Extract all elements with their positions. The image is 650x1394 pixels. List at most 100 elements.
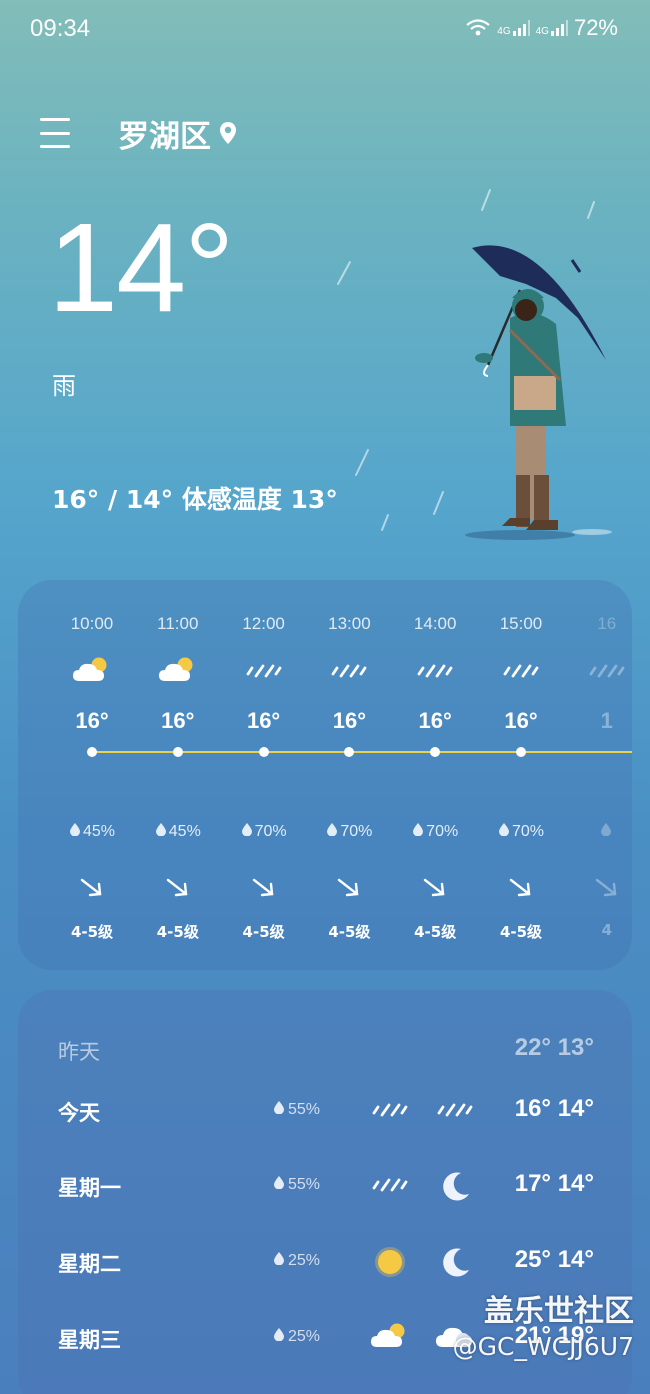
wind-direction-icon — [421, 876, 449, 900]
location-pin-icon — [220, 122, 236, 144]
day-label: 星期一 — [58, 1176, 121, 1200]
current-condition: 雨 — [52, 372, 76, 400]
hour-wind: 4-5级 — [70, 923, 114, 941]
temperature-point — [258, 747, 269, 757]
day-temperature-range: 25° 14° — [514, 1246, 594, 1273]
moon-icon — [433, 1244, 477, 1280]
hour-temperature: 16° — [246, 708, 281, 733]
rain-icon — [327, 654, 371, 686]
wind-direction-icon — [250, 876, 278, 900]
status-icons: 4G 4G 72% — [465, 15, 618, 41]
day-precipitation: 25% — [273, 1327, 320, 1346]
raindrop-icon — [273, 1327, 285, 1346]
day-label: 昨天 — [58, 1040, 100, 1064]
day-temperature-range: 16° 14° — [514, 1095, 594, 1122]
partly-cloudy-icon — [70, 654, 114, 686]
wifi-icon — [466, 19, 490, 36]
hour-temperature: 16° — [161, 708, 195, 733]
network-icon-2: 4G — [536, 19, 568, 37]
day-precipitation: 25% — [273, 1251, 320, 1270]
moon-icon — [433, 1168, 477, 1204]
rain-icon — [433, 1093, 477, 1129]
hour-time: 13:00 — [328, 614, 371, 633]
hour-time: 12:00 — [242, 614, 285, 633]
hour-wind: 4-5级 — [414, 923, 457, 941]
temperature-point — [515, 747, 526, 757]
hour-time: 15:00 — [499, 614, 543, 633]
rain-icon — [368, 1168, 412, 1204]
wind-direction-icon — [164, 876, 192, 900]
wind-direction-icon — [335, 876, 363, 900]
battery-level: 72% — [573, 15, 618, 40]
hourly-list: 10:00 16° 45% 4-5级 11:00 16° 45% 4-5级 12:00 16° 70… — [18, 580, 632, 970]
temperature-point — [86, 747, 97, 757]
hourly-forecast-card[interactable]: 10:00 16° 45% 4-5级 11:00 16° 45% 4-5级 12:00 16° 70… — [18, 580, 632, 970]
rain-icon — [499, 654, 543, 686]
day-temperature-range: 22° 13° — [514, 1034, 594, 1061]
city-name[interactable]: 罗湖区 — [118, 111, 211, 156]
status-time: 09:34 — [30, 15, 91, 42]
raindrop-icon — [498, 822, 510, 841]
hour-precipitation: 70% — [392, 822, 478, 841]
wind-direction-icon — [507, 876, 535, 900]
partly-cloudy-icon — [368, 1320, 412, 1356]
wind-direction-icon — [78, 876, 106, 900]
hour-time: 11:00 — [157, 614, 199, 633]
day-label: 星期三 — [58, 1328, 121, 1352]
daily-row[interactable]: 今天 55% 16° 14° — [18, 1083, 632, 1143]
hour-wind: 4-5级 — [156, 923, 199, 941]
raindrop-icon — [412, 822, 424, 841]
hour-temperature: 16° — [504, 708, 538, 733]
raindrop-icon — [326, 822, 338, 841]
raindrop-icon — [241, 822, 253, 841]
daily-row[interactable]: 昨天 22° 13° — [18, 1022, 632, 1082]
day-temperature-range: 17° 14° — [514, 1170, 594, 1197]
raindrop-icon — [69, 822, 81, 841]
hour-wind: 4-5级 — [242, 923, 285, 941]
raindrop-icon — [273, 1175, 285, 1194]
hour-time: 16 — [597, 614, 617, 633]
hour-time: 14:00 — [413, 614, 457, 633]
wind-direction-icon — [593, 876, 621, 900]
hour-wind: 4-5级 — [499, 923, 543, 941]
hour-time: 10:00 — [70, 614, 114, 633]
hourly-item: 11:00 16° 45% 4-5级 — [135, 580, 221, 970]
hourly-item: 13:00 16° 70% 4-5级 — [306, 580, 392, 970]
rain-icon — [585, 654, 629, 686]
day-label: 今天 — [58, 1101, 100, 1125]
hour-precipitation: 70% — [306, 822, 392, 841]
day-label: 星期二 — [58, 1252, 121, 1276]
hour-wind: 4-5级 — [328, 923, 371, 941]
daily-row[interactable]: 星期一 55% 17° 14° — [18, 1158, 632, 1218]
watermark: 盖乐世社区 @GC_WCJJ6U7 — [453, 1286, 634, 1361]
rain-icon — [413, 654, 457, 686]
day-precipitation: 55% — [273, 1100, 320, 1119]
raindrop-icon — [273, 1100, 285, 1119]
hour-precipitation: 70% — [221, 822, 307, 841]
hour-temperature: 16° — [332, 708, 367, 733]
hourly-item: 10:00 16° 45% 4-5级 — [49, 580, 135, 970]
rain-icon — [242, 654, 286, 686]
daily-row[interactable]: 星期二 25% 25° 14° — [18, 1234, 632, 1294]
raindrop-icon — [273, 1251, 285, 1270]
day-precipitation: 55% — [273, 1175, 320, 1194]
watermark-handle: @GC_WCJJ6U7 — [452, 1332, 634, 1361]
watermark-title: 盖乐世社区 — [484, 1294, 634, 1329]
temperature-range: 16° / 14° 体感温度 13° — [52, 485, 338, 514]
header: 罗湖区 — [40, 108, 237, 158]
hour-precipitation: 70% — [478, 822, 564, 841]
hour-temperature: 1 — [600, 708, 613, 733]
hourly-item: 16 1 4 — [564, 580, 632, 970]
rain-illustration — [337, 189, 612, 540]
raindrop-icon — [155, 822, 167, 841]
hour-wind: 4 — [601, 921, 613, 939]
menu-icon[interactable] — [40, 118, 74, 148]
hour-temperature: 16° — [75, 708, 109, 733]
hourly-item: 12:00 16° 70% 4-5级 — [221, 580, 307, 970]
current-temperature: 14° — [48, 197, 235, 338]
raindrop-icon — [600, 822, 612, 841]
hour-precipitation: 45% — [135, 822, 221, 841]
hourly-item: 15:00 16° 70% 4-5级 — [478, 580, 564, 970]
hour-precipitation — [564, 822, 632, 841]
hour-temperature: 16° — [418, 708, 452, 733]
